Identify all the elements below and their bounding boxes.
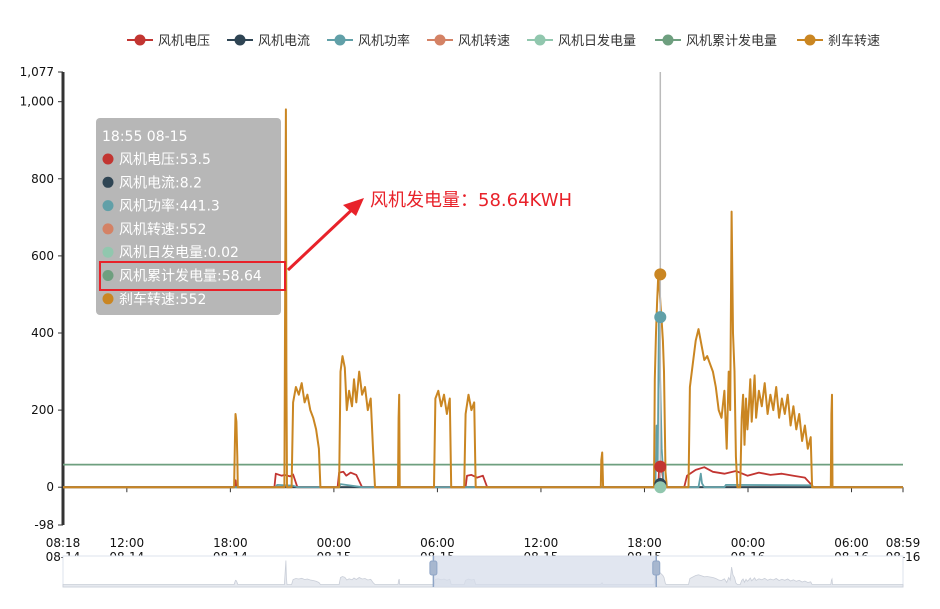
handle-grip-icon <box>429 560 438 576</box>
tooltip-box <box>96 118 281 315</box>
legend-dot-icon <box>434 34 446 46</box>
tooltip-dot-icon <box>102 293 114 305</box>
legend-label: 风机功率 <box>358 33 410 49</box>
legend-item-speed[interactable]: 风机转速 <box>427 34 510 49</box>
cursor-marker <box>654 268 667 281</box>
legend-dot-icon <box>234 34 246 46</box>
y-tick-label: 800 <box>31 172 54 186</box>
y-tick-label: -98 <box>34 518 54 532</box>
y-tick-label: 1,077 <box>20 65 54 79</box>
tooltip-item: 风机日发电量:0.02 <box>119 245 239 261</box>
tooltip-dot-icon <box>102 270 114 281</box>
tooltip-dot-icon <box>102 153 114 165</box>
legend-dot-icon <box>134 34 146 46</box>
x-tick-time: 06:00 <box>420 536 455 550</box>
x-tick-time: 12:00 <box>110 536 145 550</box>
legend-label: 刹车转速 <box>828 33 880 49</box>
legend-item-current[interactable]: 风机电流 <box>227 34 310 49</box>
tooltip-item: 刹车转速:552 <box>119 291 206 308</box>
x-tick-time: 00:00 <box>317 536 352 550</box>
y-tick-label: 1,000 <box>20 95 54 109</box>
cursor-marker <box>654 481 667 494</box>
x-tick-time: 00:00 <box>731 536 766 550</box>
annotation-text: 风机发电量：58.64KWH <box>370 190 572 211</box>
tooltip-item: 风机累计发电量:58.64 <box>119 269 262 285</box>
tooltip-dot-icon <box>102 246 114 258</box>
legend-dot-icon <box>662 34 674 46</box>
y-tick-label: 200 <box>31 403 54 417</box>
legend-dot-icon <box>534 34 546 46</box>
tooltip-item: 风机转速:552 <box>119 222 206 238</box>
legend-item-power[interactable]: 风机功率 <box>327 33 410 49</box>
tooltip: 18:55 08-15 风机电压:53.5 风机电流:8.2 风机功率:441.3 风机… <box>96 118 286 315</box>
data-zoom-slider[interactable] <box>62 555 904 588</box>
cursor-marker <box>654 311 667 324</box>
annotation: 风机发电量：58.64KWH <box>286 190 572 272</box>
tooltip-item: 风机电流:8.2 <box>119 175 202 191</box>
legend-dot-icon <box>804 34 816 46</box>
x-tick-time: 08:18 <box>46 536 81 550</box>
line-chart: 风机电压 风机电流 风机功率 风机转速 风机日发电量 风机累计发电量 刹车转速 -98 0 20… <box>20 33 921 588</box>
legend-label: 风机电流 <box>258 34 310 49</box>
series-line-voltage <box>63 465 903 489</box>
slider-window[interactable] <box>433 556 657 587</box>
x-tick-time: 08:59 <box>886 536 921 550</box>
tooltip-title: 18:55 08-15 <box>102 129 187 145</box>
legend-label: 风机电压 <box>158 34 210 49</box>
tooltip-item: 风机功率:441.3 <box>119 198 220 215</box>
tooltip-dot-icon <box>102 200 114 212</box>
x-tick-time: 12:00 <box>524 536 559 550</box>
x-tick-time: 18:00 <box>627 536 662 550</box>
legend-item-voltage[interactable]: 风机电压 <box>127 34 210 49</box>
legend-label: 风机转速 <box>458 34 510 49</box>
legend[interactable]: 风机电压 风机电流 风机功率 风机转速 风机日发电量 风机累计发电量 刹车转速 <box>127 33 880 49</box>
y-tick-label: 400 <box>31 326 54 340</box>
cursor-marker <box>654 460 667 473</box>
legend-label: 风机累计发电量 <box>686 33 777 49</box>
x-tick-time: 18:00 <box>213 536 248 550</box>
legend-label: 风机日发电量 <box>558 33 636 49</box>
legend-item-brake[interactable]: 刹车转速 <box>797 33 880 49</box>
chart-container: 风机电压 风机电流 风机功率 风机转速 风机日发电量 风机累计发电量 刹车转速 -98 0 20… <box>0 0 940 605</box>
x-tick-time: 06:00 <box>834 536 869 550</box>
tooltip-dot-icon <box>102 176 114 188</box>
handle-grip-icon <box>652 560 661 576</box>
annotation-arrow-shaft <box>286 202 360 272</box>
legend-dot-icon <box>334 34 346 46</box>
legend-item-cumulative[interactable]: 风机累计发电量 <box>655 33 777 49</box>
legend-item-daily[interactable]: 风机日发电量 <box>527 33 636 49</box>
tooltip-item: 风机电压:53.5 <box>119 152 211 168</box>
y-tick-label: 0 <box>46 480 54 494</box>
tooltip-dot-icon <box>102 223 114 235</box>
y-tick-label: 600 <box>31 249 54 263</box>
